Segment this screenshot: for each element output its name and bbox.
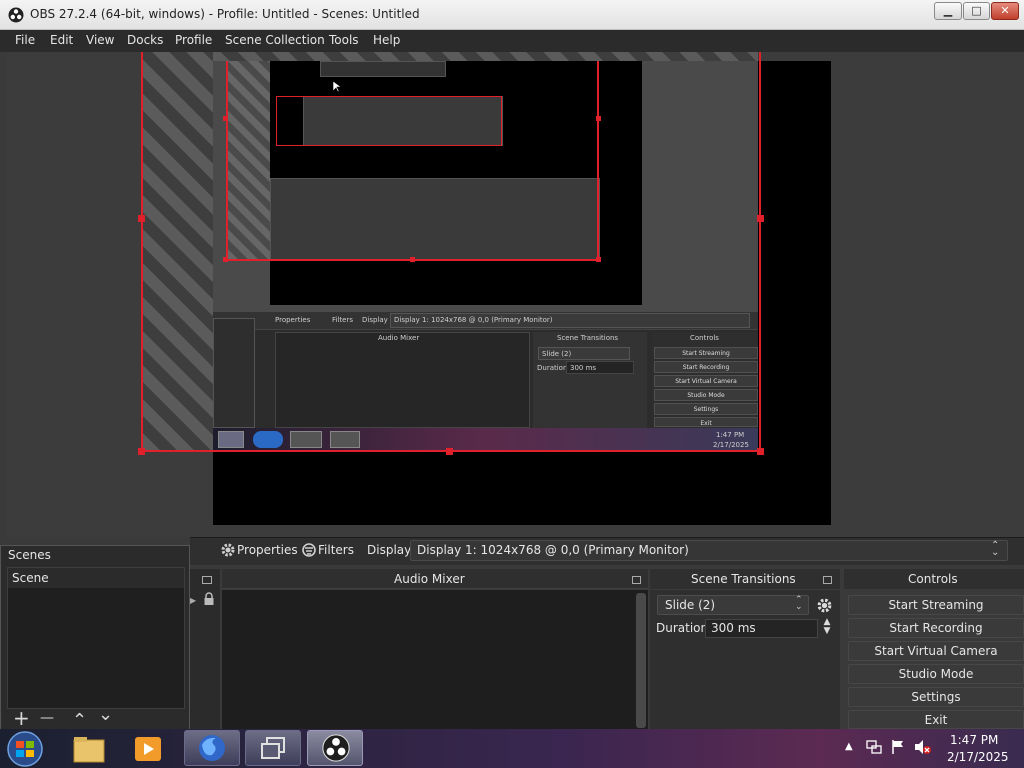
audio-mixer-body bbox=[222, 590, 648, 730]
audio-mixer-scrollbar[interactable] bbox=[636, 593, 646, 728]
studio-mode-button[interactable]: Studio Mode bbox=[848, 664, 1024, 684]
obs-logo-icon bbox=[8, 7, 24, 23]
inner-handle-right bbox=[596, 116, 601, 121]
menu-profile[interactable]: Profile bbox=[175, 33, 212, 47]
inner-handle-bottom-left bbox=[223, 257, 228, 262]
scene-transitions-title: Scene Transitions bbox=[691, 572, 796, 586]
display-select-value: Display 1: 1024x768 @ 0,0 (Primary Monit… bbox=[417, 543, 689, 557]
volume-muted-icon[interactable] bbox=[914, 739, 932, 755]
start-virtual-camera-button[interactable]: Start Virtual Camera bbox=[848, 641, 1024, 661]
close-button[interactable]: ✕ bbox=[991, 2, 1019, 20]
clock-date[interactable]: 2/17/2025 bbox=[947, 750, 1009, 764]
resize-handle-bottom[interactable] bbox=[446, 448, 453, 455]
inner-handle-bottom bbox=[410, 257, 415, 262]
start-orb-icon[interactable] bbox=[5, 730, 45, 768]
display-label: Display bbox=[367, 543, 412, 557]
move-scene-down-button[interactable]: ⌄ bbox=[98, 706, 113, 724]
task-view-icon bbox=[261, 737, 285, 759]
selection-box-inner-2 bbox=[276, 96, 502, 146]
exit-button[interactable]: Exit bbox=[848, 710, 1024, 729]
media-player-icon[interactable] bbox=[133, 734, 163, 764]
settings-button[interactable]: Settings bbox=[848, 687, 1024, 707]
transitions-float-icon[interactable] bbox=[823, 576, 832, 584]
start-recording-button[interactable]: Start Recording bbox=[848, 618, 1024, 638]
firefox-icon bbox=[199, 735, 225, 761]
controls-title: Controls bbox=[908, 572, 958, 586]
properties-button[interactable]: Properties bbox=[237, 543, 298, 557]
minimize-button[interactable]: ▁ bbox=[934, 2, 962, 20]
transition-settings-gear-icon[interactable] bbox=[816, 597, 833, 614]
maximize-button[interactable]: □ bbox=[963, 2, 990, 20]
move-scene-up-button[interactable]: ⌃ bbox=[72, 712, 87, 730]
select-arrows-icon: ⌃ ⌄ bbox=[991, 540, 1000, 558]
audio-mixer-title: Audio Mixer bbox=[394, 572, 465, 586]
duration-spinner[interactable]: ▲ ▼ bbox=[820, 618, 834, 639]
duration-label: Duration bbox=[656, 621, 709, 635]
resize-handle-bottom-left[interactable] bbox=[138, 448, 145, 455]
filter-icon bbox=[302, 543, 316, 557]
resize-handle-bottom-right[interactable] bbox=[757, 448, 764, 455]
menu-tools[interactable]: Tools bbox=[329, 33, 359, 47]
mixer-float-icon[interactable] bbox=[632, 576, 641, 584]
menu-scene-collection[interactable]: Scene Collection bbox=[225, 33, 325, 47]
duration-value: 300 ms bbox=[711, 621, 756, 635]
resize-handle-left[interactable] bbox=[138, 215, 145, 222]
inner-handle-bottom-right bbox=[596, 257, 601, 262]
transition-select-arrows-icon: ⌃ ⌄ bbox=[795, 595, 803, 612]
network-icon[interactable] bbox=[866, 739, 882, 755]
menu-edit[interactable]: Edit bbox=[50, 33, 73, 47]
float-icon[interactable] bbox=[202, 576, 212, 584]
clock-time[interactable]: 1:47 PM bbox=[950, 733, 998, 747]
window-title: OBS 27.2.4 (64-bit, windows) - Profile: … bbox=[30, 7, 420, 21]
scenes-title: Scenes bbox=[8, 548, 51, 562]
menu-docks[interactable]: Docks bbox=[127, 33, 163, 47]
filters-button[interactable]: Filters bbox=[318, 543, 354, 557]
scene-item-label: Scene bbox=[12, 571, 49, 585]
remove-scene-button[interactable]: — bbox=[40, 708, 54, 728]
expand-arrow-icon: ▶ bbox=[190, 596, 197, 605]
scenes-list[interactable] bbox=[7, 567, 185, 709]
menu-help[interactable]: Help bbox=[373, 33, 400, 47]
start-streaming-button[interactable]: Start Streaming bbox=[848, 595, 1024, 615]
obs-taskbar-icon bbox=[322, 734, 350, 762]
selection-box-inner bbox=[226, 61, 599, 261]
file-explorer-icon[interactable] bbox=[72, 734, 106, 764]
action-center-flag-icon[interactable] bbox=[890, 739, 906, 755]
inner-handle-left bbox=[223, 116, 228, 121]
resize-handle-right[interactable] bbox=[757, 215, 764, 222]
add-scene-button[interactable]: + bbox=[13, 708, 30, 728]
transition-select-value: Slide (2) bbox=[665, 598, 716, 612]
show-hidden-icons-icon[interactable]: ▲ bbox=[845, 741, 853, 752]
menu-file[interactable]: File bbox=[15, 33, 35, 47]
menu-view[interactable]: View bbox=[86, 33, 114, 47]
lock-icon[interactable] bbox=[203, 592, 215, 606]
gear-icon bbox=[221, 543, 235, 557]
